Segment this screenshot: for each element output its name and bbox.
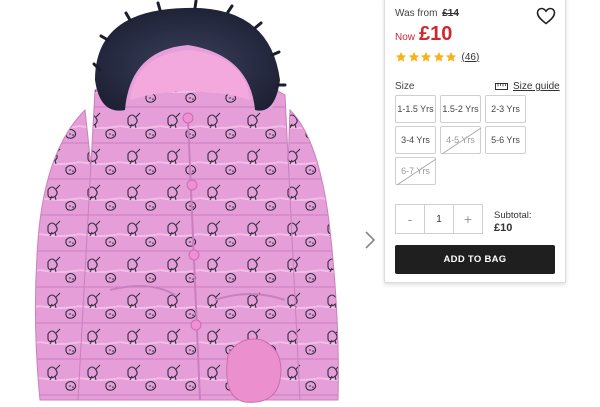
size-option[interactable]: 1.5-2 Yrs — [440, 95, 481, 123]
quantity-increase-button[interactable]: + — [454, 205, 482, 233]
was-price-value: £14 — [442, 8, 459, 19]
now-price-label: Now — [395, 32, 416, 43]
next-image-arrow[interactable] — [360, 228, 380, 252]
now-price: Now £10 — [395, 23, 452, 46]
quantity-value[interactable]: 1 — [424, 205, 454, 233]
star-icon — [445, 51, 457, 62]
star-icon — [395, 51, 407, 62]
size-option[interactable]: 6-7 Yrs — [395, 157, 437, 186]
unavailable-strike-icon — [441, 127, 482, 155]
unavailable-strike-icon — [396, 158, 437, 186]
purchase-panel: Was from £14 Now £10 (46) Size Size guid… — [384, 0, 566, 283]
rating-stars — [395, 51, 458, 63]
size-guide-link[interactable]: Size guide — [495, 81, 560, 92]
size-option-label: 3-4 Yrs — [401, 135, 430, 145]
size-option-label: 1.5-2 Yrs — [442, 104, 479, 114]
was-price-label: Was from — [395, 8, 438, 19]
size-option[interactable]: 5-6 Yrs — [485, 126, 526, 154]
size-label: Size — [395, 81, 415, 92]
size-option-label: 2-3 Yrs — [491, 104, 520, 114]
quantity-decrease-button[interactable]: - — [396, 205, 424, 233]
size-option[interactable]: 2-3 Yrs — [485, 95, 526, 123]
size-option-label: 1-1.5 Yrs — [397, 104, 434, 114]
chevron-right-icon — [365, 231, 376, 249]
size-option[interactable]: 3-4 Yrs — [395, 126, 436, 154]
wishlist-button[interactable] — [536, 7, 556, 25]
review-count-link[interactable]: (46) — [462, 52, 480, 63]
size-option[interactable]: 1-1.5 Yrs — [395, 95, 436, 123]
add-to-bag-button[interactable]: ADD TO BAG — [395, 245, 555, 274]
star-icon — [420, 51, 432, 62]
star-icon — [433, 51, 444, 62]
was-price: Was from £14 — [395, 8, 459, 19]
size-option[interactable]: 4-5 Yrs — [440, 126, 482, 155]
size-option-label: 5-6 Yrs — [491, 135, 520, 145]
star-icon — [408, 51, 419, 62]
product-rating: (46) — [395, 51, 479, 63]
product-image — [0, 0, 382, 407]
quantity-stepper: - 1 + — [395, 204, 483, 234]
ruler-icon — [495, 83, 508, 90]
heart-icon — [536, 7, 556, 25]
subtotal-label: Subtotal: — [494, 210, 532, 221]
size-guide-label: Size guide — [513, 81, 560, 92]
now-price-value: £10 — [419, 23, 453, 45]
product-image-gallery — [0, 0, 382, 407]
subtotal-value: £10 — [494, 222, 513, 234]
subtotal: Subtotal: £10 — [494, 209, 532, 235]
